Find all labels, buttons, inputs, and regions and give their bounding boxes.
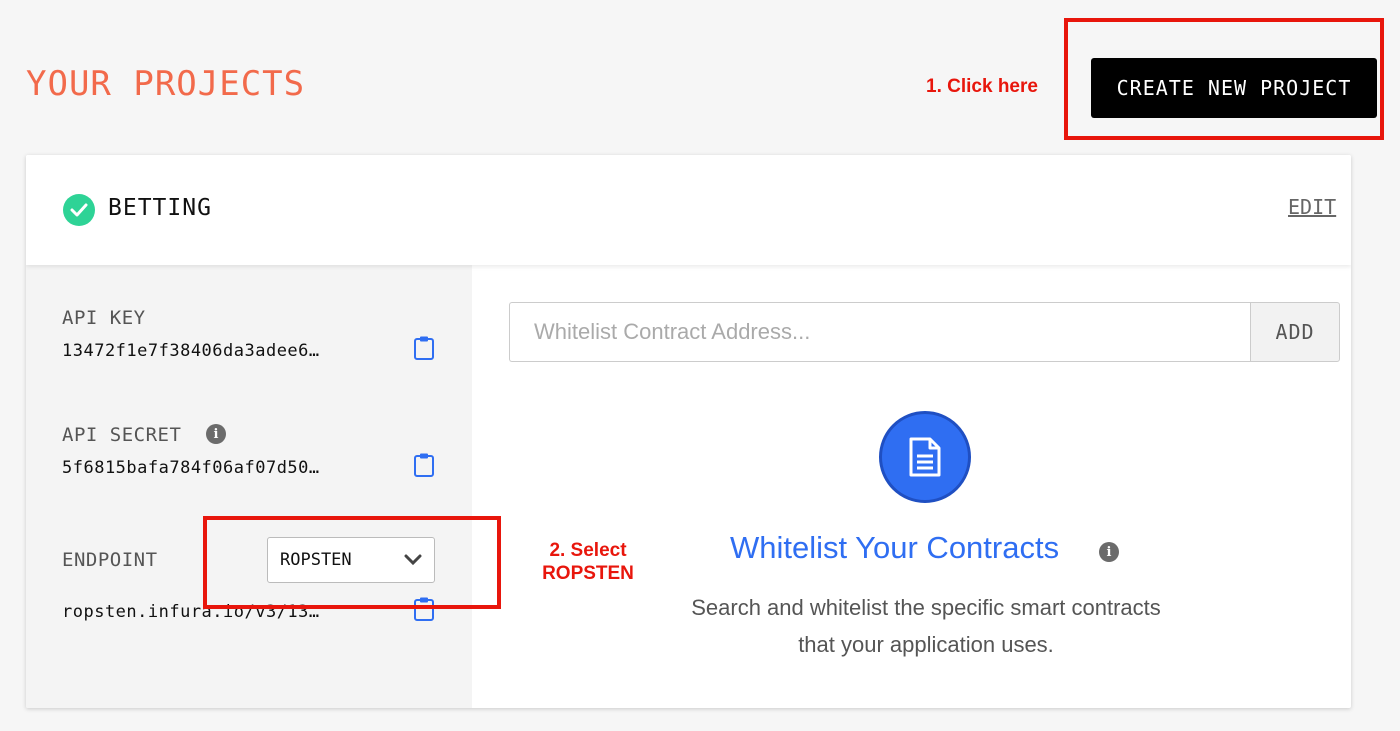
api-secret-label: API SECRET <box>62 424 182 446</box>
project-card: BETTING EDIT API KEY 13472f1e7f38406da3a… <box>26 155 1351 708</box>
annotation-highlight-create <box>1064 18 1384 140</box>
annotation-step-2-line-2: ROPSTEN <box>542 563 634 584</box>
page-title: YOUR PROJECTS <box>26 64 306 104</box>
copy-clipboard-icon[interactable] <box>413 335 435 361</box>
endpoint-label: ENDPOINT <box>62 549 158 571</box>
edit-project-link[interactable]: EDIT <box>1288 195 1336 219</box>
api-key-value: 13472f1e7f38406da3adee6… <box>62 341 320 361</box>
check-circle-icon <box>63 194 95 226</box>
api-key-label: API KEY <box>62 307 146 329</box>
annotation-step-2: 2. Select ROPSTEN <box>538 539 638 585</box>
annotation-step-1: 1. Click here <box>926 76 1038 97</box>
project-keys-panel: API KEY 13472f1e7f38406da3adee6… API SEC… <box>26 265 472 708</box>
add-contract-button[interactable]: ADD <box>1250 302 1340 362</box>
whitelist-address-input[interactable] <box>509 302 1251 362</box>
api-secret-value: 5f6815bafa784f06af07d50… <box>62 458 320 478</box>
document-icon <box>879 411 971 503</box>
project-card-header: BETTING EDIT <box>26 155 1351 265</box>
whitelist-title: Whitelist Your Contracts <box>730 530 1060 565</box>
project-name: BETTING <box>108 195 212 221</box>
annotation-highlight-endpoint <box>203 516 501 609</box>
annotation-step-2-line-1: 2. Select <box>549 540 627 561</box>
info-icon[interactable]: i <box>1099 542 1119 562</box>
whitelist-description: Search and whitelist the specific smart … <box>691 595 1161 657</box>
copy-clipboard-icon[interactable] <box>413 452 435 478</box>
info-icon[interactable]: i <box>206 424 226 444</box>
